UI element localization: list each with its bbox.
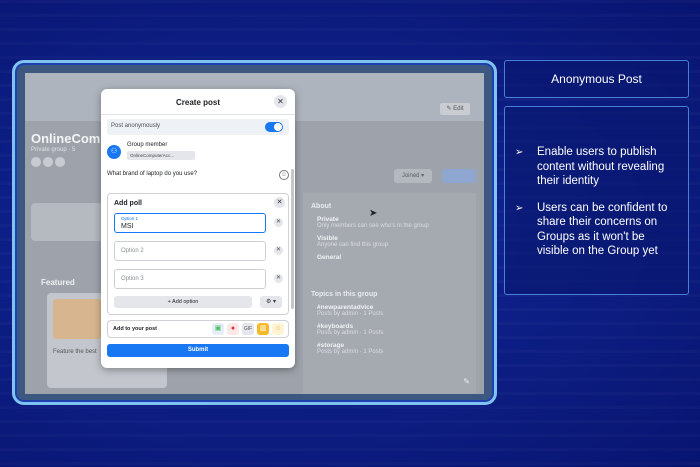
gif-icon[interactable]: GIF [242,323,254,335]
about-row: General [317,254,342,261]
option-placeholder: Option 3 [121,276,144,282]
avatar [43,157,53,167]
bullet-text: Users can be confident to share their co… [537,201,668,258]
avatar [31,157,41,167]
poll-icon[interactable]: ▥ [257,323,269,335]
close-icon[interactable]: ✕ [274,95,287,108]
topics-heading: Topics in this group [311,291,378,298]
poll-settings-button[interactable]: ⚙ ▾ [260,296,282,308]
option-placeholder: Option 2 [121,248,144,254]
remove-option-icon[interactable]: ✕ [274,274,283,283]
poll-title: Add poll [114,200,142,207]
slide-title: Anonymous Post [504,60,689,98]
poll-option-3-input[interactable]: Option 3 [114,269,266,289]
group-page: ✎ Edit OnlineComp Private group · 5 Join… [25,73,484,394]
audience-chip[interactable]: OnlineComputerAcc... [127,151,195,160]
edit-cover-button[interactable]: ✎ Edit [440,103,470,115]
bullet-text: Enable users to publish content without … [537,146,665,187]
emoji-icon[interactable]: ☺ [279,170,289,180]
about-row: Private Only members can see who's in the… [317,216,429,229]
poll-option-2-input[interactable]: Option 2 [114,241,266,261]
feeling-icon[interactable]: ☺ [272,323,284,335]
anonymous-toggle-row: Post anonymously [107,119,289,135]
dialog-scrollbar[interactable] [291,169,294,309]
remove-option-icon[interactable]: ✕ [274,246,283,255]
option-caption: Option 1 [121,216,139,221]
add-to-post-bar: Add to your post ▣ ● GIF ▥ ☺ [107,320,289,338]
anonymous-toggle[interactable] [265,122,283,132]
about-heading: About [311,203,332,210]
photo-icon[interactable]: ▣ [212,323,224,335]
about-column: About Private Only members can see who's … [303,193,476,394]
bullet-panel: ➢ Enable users to publish content withou… [504,106,689,295]
invite-button[interactable] [442,169,476,183]
topic-row[interactable]: #keyboards Posts by admin · 1 Posts [317,323,462,336]
featured-image [53,299,101,339]
divider [101,114,295,115]
add-option-button[interactable]: + Add option [114,296,252,308]
about-row: Visible Anyone can find this group [317,235,389,248]
post-tools: ▣ ● GIF ▥ ☺ [212,323,284,335]
poll-editor: Add poll ✕ Option 1 MSI ✕ Option 2 ✕ Opt… [107,193,289,315]
bullet-arrow-icon: ➢ [515,202,524,214]
joined-button[interactable]: Joined ▾ [394,169,432,183]
location-pin-icon[interactable]: ● [227,323,239,335]
group-name: OnlineComp [31,131,109,146]
compose-icon[interactable]: ✎ [463,377,470,386]
topic-row[interactable]: #storage Posts by admin · 1 Posts [317,342,462,355]
anonymous-avatar-icon: ⚇ [107,145,121,159]
option-value: MSI [121,223,134,230]
topic-row[interactable]: #newparentadvice Posts by admin · 1 Posts [317,304,462,317]
featured-card-text: Feature the best [53,349,97,355]
member-label: Group member [127,142,168,148]
screenshot-frame: ✎ Edit OnlineComp Private group · 5 Join… [12,60,497,405]
member-avatars [31,157,65,167]
mouse-cursor-icon: ➤ [369,208,378,219]
dialog-title: Create post [175,98,220,107]
featured-label: Featured [41,278,75,287]
anonymous-label: Post anonymously [111,123,161,129]
create-post-dialog: Create post ✕ Post anonymously ⚇ Group m… [101,89,295,368]
submit-button[interactable]: Submit [107,344,289,357]
bullet-arrow-icon: ➢ [515,147,524,158]
bullet-item: ➢ Enable users to publish content withou… [515,145,678,189]
add-to-post-label: Add to your post [113,326,157,332]
remove-option-icon[interactable]: ✕ [274,218,283,227]
avatar [55,157,65,167]
close-poll-icon[interactable]: ✕ [274,197,285,208]
poll-option-1-input[interactable]: Option 1 MSI [114,213,266,233]
post-text[interactable]: What brand of laptop do you use? [107,171,197,177]
bullet-item: ➢ Users can be confident to share their … [515,201,678,259]
group-privacy: Private group · 5 [31,147,76,153]
